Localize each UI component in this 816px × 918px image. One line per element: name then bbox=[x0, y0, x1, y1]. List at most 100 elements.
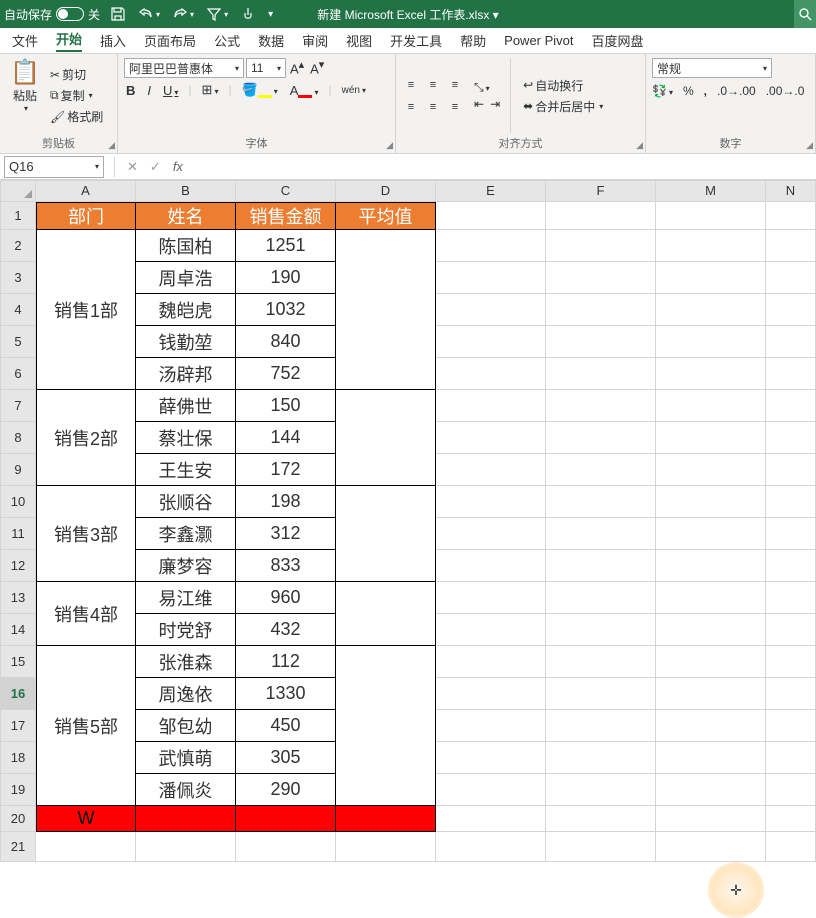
cell[interactable] bbox=[656, 390, 766, 422]
cell[interactable] bbox=[436, 550, 546, 582]
cell[interactable]: 蔡壮保 bbox=[136, 422, 236, 454]
cell[interactable] bbox=[766, 262, 816, 294]
qat-more-icon[interactable]: ▾ bbox=[268, 9, 273, 20]
cell[interactable]: 112 bbox=[236, 646, 336, 678]
cell[interactable] bbox=[656, 710, 766, 742]
cell[interactable] bbox=[546, 774, 656, 806]
cell[interactable] bbox=[766, 774, 816, 806]
tab-home[interactable]: 开始 bbox=[56, 29, 82, 52]
cell[interactable] bbox=[546, 710, 656, 742]
cell[interactable] bbox=[656, 742, 766, 774]
cell[interactable] bbox=[546, 230, 656, 262]
cell[interactable] bbox=[766, 550, 816, 582]
col-header[interactable]: C bbox=[236, 180, 336, 202]
align-right-icon[interactable]: ≡ bbox=[446, 98, 464, 116]
cell[interactable]: 廉梦容 bbox=[136, 550, 236, 582]
cell[interactable] bbox=[436, 358, 546, 390]
cell[interactable] bbox=[436, 262, 546, 294]
tab-view[interactable]: 视图 bbox=[346, 31, 372, 50]
row-header[interactable]: 7 bbox=[0, 390, 36, 422]
cell[interactable] bbox=[766, 390, 816, 422]
cell-department[interactable]: 销售2部 bbox=[36, 390, 136, 486]
row-header[interactable]: 6 bbox=[0, 358, 36, 390]
cell[interactable] bbox=[436, 710, 546, 742]
align-center-icon[interactable]: ≡ bbox=[424, 98, 442, 116]
cell[interactable] bbox=[436, 646, 546, 678]
cell[interactable] bbox=[436, 202, 546, 230]
cell[interactable] bbox=[546, 742, 656, 774]
cell[interactable] bbox=[766, 806, 816, 832]
row-header[interactable]: 5 bbox=[0, 326, 36, 358]
font-name-select[interactable]: 阿里巴巴普惠体▾ bbox=[124, 58, 244, 78]
col-header[interactable]: B bbox=[136, 180, 236, 202]
cell[interactable] bbox=[656, 614, 766, 646]
cell[interactable] bbox=[546, 454, 656, 486]
cell-department[interactable]: 销售3部 bbox=[36, 486, 136, 582]
cell[interactable] bbox=[436, 582, 546, 614]
cell[interactable]: 武慎萌 bbox=[136, 742, 236, 774]
increase-indent-icon[interactable]: ⇥ bbox=[490, 97, 500, 111]
align-left-icon[interactable]: ≡ bbox=[402, 98, 420, 116]
cell[interactable] bbox=[546, 646, 656, 678]
cell-header[interactable]: 平均值 bbox=[336, 202, 436, 230]
cell[interactable] bbox=[656, 486, 766, 518]
cell[interactable] bbox=[656, 678, 766, 710]
cell[interactable]: 周逸依 bbox=[136, 678, 236, 710]
underline-button[interactable]: U▾ bbox=[161, 83, 180, 98]
dialog-launcher-icon[interactable]: ◢ bbox=[636, 140, 643, 151]
row-header[interactable]: 18 bbox=[0, 742, 36, 774]
tab-data[interactable]: 数据 bbox=[258, 31, 284, 50]
cell[interactable]: 周卓浩 bbox=[136, 262, 236, 294]
save-icon[interactable] bbox=[110, 6, 126, 22]
copy-button[interactable]: ⧉复制▾ bbox=[48, 86, 105, 105]
tab-formulas[interactable]: 公式 bbox=[214, 31, 240, 50]
cell[interactable] bbox=[766, 678, 816, 710]
cell[interactable] bbox=[656, 550, 766, 582]
cell[interactable] bbox=[436, 742, 546, 774]
tab-baidu[interactable]: 百度网盘 bbox=[592, 31, 644, 50]
paste-button[interactable]: 📋 粘贴 ▾ bbox=[6, 58, 44, 133]
cell[interactable]: 172 bbox=[236, 454, 336, 486]
cell[interactable] bbox=[656, 230, 766, 262]
align-top-icon[interactable]: ≡ bbox=[402, 76, 420, 94]
row-header[interactable]: 15 bbox=[0, 646, 36, 678]
cell[interactable] bbox=[656, 582, 766, 614]
cell[interactable]: 752 bbox=[236, 358, 336, 390]
align-bottom-icon[interactable]: ≡ bbox=[446, 76, 464, 94]
cell[interactable]: 1032 bbox=[236, 294, 336, 326]
col-header[interactable]: A bbox=[36, 180, 136, 202]
row-header[interactable]: 14 bbox=[0, 614, 36, 646]
cell[interactable] bbox=[656, 518, 766, 550]
row-header[interactable]: 8 bbox=[0, 422, 36, 454]
cell[interactable] bbox=[546, 390, 656, 422]
tab-pagelayout[interactable]: 页面布局 bbox=[144, 31, 196, 50]
tab-file[interactable]: 文件 bbox=[12, 31, 38, 50]
cell[interactable]: 198 bbox=[236, 486, 336, 518]
row-header[interactable]: 20 bbox=[0, 806, 36, 832]
cell[interactable]: 张淮森 bbox=[136, 646, 236, 678]
cell[interactable] bbox=[766, 202, 816, 230]
dialog-launcher-icon[interactable]: ◢ bbox=[386, 140, 393, 151]
cell[interactable]: 汤辟邦 bbox=[136, 358, 236, 390]
dialog-launcher-icon[interactable]: ◢ bbox=[806, 140, 813, 151]
increase-font-icon[interactable]: A▴ bbox=[288, 58, 306, 78]
cell[interactable] bbox=[766, 294, 816, 326]
cell-average[interactable] bbox=[336, 646, 436, 806]
cell[interactable] bbox=[546, 358, 656, 390]
tab-help[interactable]: 帮助 bbox=[460, 31, 486, 50]
cell[interactable] bbox=[436, 806, 546, 832]
cell-average[interactable] bbox=[336, 582, 436, 646]
col-header[interactable]: M bbox=[656, 180, 766, 202]
cell[interactable]: 易江维 bbox=[136, 582, 236, 614]
cell-department[interactable]: 销售1部 bbox=[36, 230, 136, 390]
border-button[interactable]: ⊞▾ bbox=[200, 82, 221, 98]
row-header[interactable]: 3 bbox=[0, 262, 36, 294]
fx-icon[interactable]: fx bbox=[173, 159, 183, 174]
select-all-corner[interactable] bbox=[0, 180, 36, 202]
orientation-icon[interactable]: ⤡▾ bbox=[474, 80, 500, 95]
cell[interactable] bbox=[766, 832, 816, 862]
cell[interactable]: 潘佩炎 bbox=[136, 774, 236, 806]
decrease-font-icon[interactable]: A▾ bbox=[308, 58, 326, 78]
cell[interactable] bbox=[766, 710, 816, 742]
decrease-indent-icon[interactable]: ⇤ bbox=[474, 97, 484, 111]
